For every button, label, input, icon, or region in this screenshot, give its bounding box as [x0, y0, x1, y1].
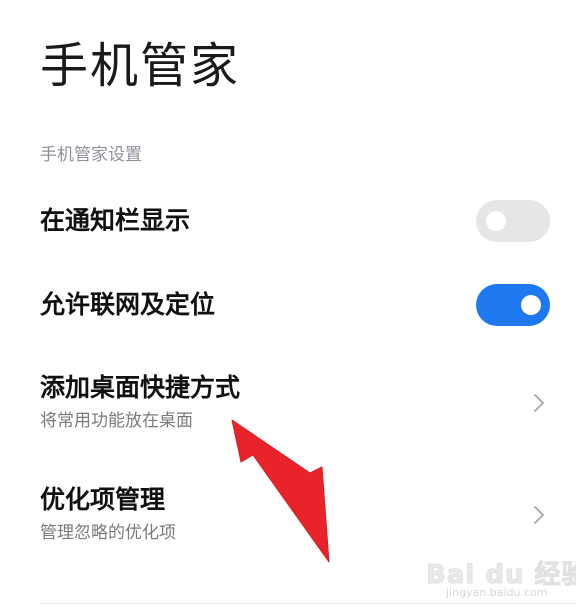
setting-title: 添加桌面快捷方式: [40, 373, 241, 402]
toggle-knob: [486, 211, 506, 231]
divider: [40, 603, 576, 604]
page-title: 手机管家: [40, 38, 241, 94]
setting-row-desktop-shortcut[interactable]: 添加桌面快捷方式 将常用功能放在桌面: [0, 368, 576, 438]
toggle-knob: [521, 295, 541, 315]
chevron-right-icon: [534, 394, 544, 412]
setting-subtitle: 管理忽略的优化项: [40, 523, 176, 543]
setting-row-optimization-items[interactable]: 优化项管理 管理忽略的优化项: [0, 480, 576, 550]
setting-row-network-location[interactable]: 允许联网及定位: [0, 280, 576, 330]
setting-title: 在通知栏显示: [40, 206, 191, 235]
chevron-right-icon: [534, 506, 544, 524]
setting-title: 允许联网及定位: [40, 290, 216, 319]
watermark-url: jingyan.baidu.com: [446, 586, 548, 599]
watermark: Bai du 经验 jingyan.baidu.com: [426, 552, 576, 602]
network-location-toggle[interactable]: [476, 284, 550, 326]
setting-row-notification-bar[interactable]: 在通知栏显示: [0, 196, 576, 246]
notification-bar-toggle[interactable]: [476, 200, 550, 242]
section-header: 手机管家设置: [40, 145, 142, 165]
setting-subtitle: 将常用功能放在桌面: [40, 411, 193, 431]
setting-title: 优化项管理: [40, 485, 166, 514]
